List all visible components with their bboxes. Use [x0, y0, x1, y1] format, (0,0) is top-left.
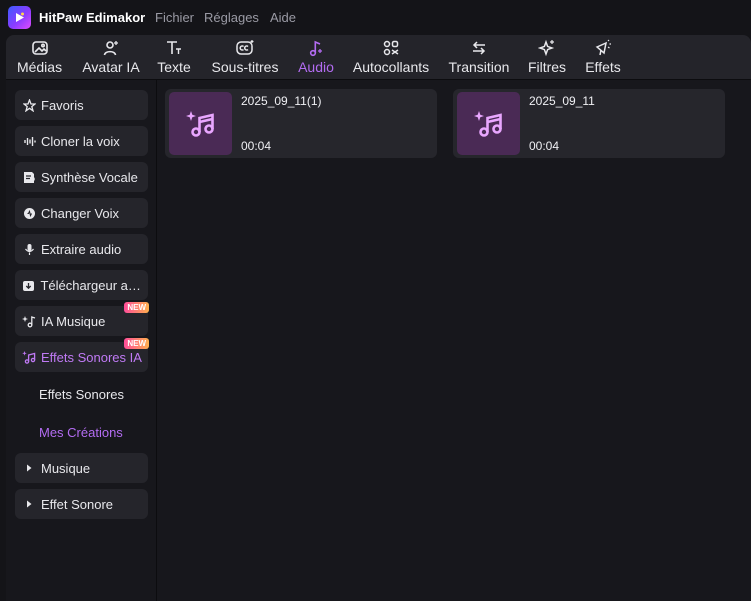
sidebar-item-musique[interactable]: Musique — [15, 453, 148, 483]
ai-music-note-icon — [169, 92, 232, 155]
stickers-icon — [382, 35, 400, 59]
tab-autocollants[interactable]: Autocollants — [351, 35, 431, 79]
tab-label: Filtres — [527, 59, 567, 75]
tab-sous-titres[interactable]: Sous-titres — [209, 35, 281, 79]
subtitles-icon — [235, 35, 255, 59]
sidebar-item-telechargeur-audio[interactable]: Téléchargeur audio — [15, 270, 148, 300]
tab-label: Texte — [157, 59, 191, 75]
audio-icon — [307, 35, 325, 59]
menu-fichier[interactable]: Fichier — [155, 10, 194, 25]
sidebar-item-ia-musique[interactable]: IA Musique NEW — [15, 302, 149, 336]
text-icon — [165, 35, 183, 59]
tab-filtres[interactable]: Filtres — [527, 35, 567, 79]
audio-card-name: 2025_09_11 — [529, 94, 595, 108]
filters-icon — [538, 35, 556, 59]
sidebar-item-effet-sonore[interactable]: Effet Sonore — [15, 489, 148, 519]
new-badge: NEW — [124, 302, 149, 313]
tab-label: Autocollants — [352, 59, 430, 75]
audio-card[interactable]: 2025_09_11 00:04 — [453, 89, 725, 158]
tab-label: Sous-titres — [211, 59, 279, 75]
app-logo-icon — [8, 6, 31, 29]
tab-transition[interactable]: Transition — [447, 35, 511, 79]
audio-sidebar: Favoris Cloner la voix Synthèse Vocale C… — [6, 80, 157, 601]
new-badge: NEW — [124, 338, 149, 349]
sidebar-item-extraire-audio[interactable]: Extraire audio — [15, 234, 148, 264]
caret-right-icon — [22, 461, 36, 475]
sidebar-subitem-mes-creations[interactable]: Mes Créations — [39, 425, 123, 440]
menu-reglages[interactable]: Réglages — [204, 10, 259, 25]
audio-card-name: 2025_09_11(1) — [241, 94, 322, 108]
text-to-speech-icon — [22, 170, 36, 184]
sidebar-item-label: Téléchargeur audio — [40, 277, 148, 293]
sidebar-item-synthese-vocale[interactable]: Synthèse Vocale — [15, 162, 148, 192]
main-toolbar: Médias Avatar IA Texte Sous-titres Audio… — [6, 35, 751, 79]
tab-avatar-ia[interactable]: Avatar IA — [78, 35, 144, 79]
tab-label: Effets — [585, 59, 621, 75]
caret-right-icon — [22, 497, 36, 511]
sidebar-item-label: Effets Sonores IA — [41, 349, 142, 365]
tab-label: Avatar IA — [82, 59, 140, 75]
title-bar: HitPaw Edimakor Fichier Réglages Aide — [0, 0, 751, 35]
sidebar-item-label: IA Musique — [41, 313, 106, 329]
sidebar-item-label: Favoris — [41, 97, 84, 113]
sidebar-item-label: Cloner la voix — [41, 133, 120, 149]
effects-icon — [594, 35, 612, 59]
main-panel: Favoris Cloner la voix Synthèse Vocale C… — [6, 79, 751, 601]
tab-effets[interactable]: Effets — [583, 35, 623, 79]
audio-card-duration: 00:04 — [241, 139, 272, 153]
tab-medias[interactable]: Médias — [17, 35, 62, 79]
media-icon — [31, 35, 49, 59]
sidebar-item-effets-sonores-ia[interactable]: Effets Sonores IA NEW — [15, 338, 149, 372]
sidebar-item-label: Musique — [41, 460, 91, 476]
sidebar-item-label: Changer Voix — [41, 205, 120, 221]
sidebar-item-changer-voix[interactable]: Changer Voix — [15, 198, 148, 228]
audio-card-duration: 00:04 — [529, 139, 560, 153]
sidebar-item-favoris[interactable]: Favoris — [15, 90, 148, 120]
tab-label: Médias — [16, 59, 63, 75]
tab-audio[interactable]: Audio — [295, 35, 337, 79]
avatar-icon — [102, 35, 120, 59]
voice-changer-icon — [22, 206, 36, 220]
sidebar-item-label: Synthèse Vocale — [41, 169, 138, 185]
ai-music-note-icon — [457, 92, 520, 155]
tab-label: Audio — [298, 59, 334, 75]
ai-music-icon — [22, 314, 36, 328]
audio-card[interactable]: 2025_09_11(1) 00:04 — [165, 89, 437, 158]
menu-aide[interactable]: Aide — [270, 10, 296, 25]
sidebar-item-label: Effet Sonore — [41, 496, 114, 512]
star-icon — [22, 98, 36, 112]
tab-texte[interactable]: Texte — [156, 35, 192, 79]
tab-label: Transition — [448, 59, 510, 75]
download-icon — [22, 278, 35, 292]
microphone-icon — [22, 242, 36, 256]
app-title: HitPaw Edimakor — [39, 10, 146, 25]
sidebar-subitem-effets-sonores[interactable]: Effets Sonores — [39, 387, 124, 402]
ai-sound-effects-icon — [22, 350, 36, 364]
sidebar-item-cloner-la-voix[interactable]: Cloner la voix — [15, 126, 148, 156]
transition-icon — [469, 35, 489, 59]
sidebar-item-label: Extraire audio — [41, 241, 122, 257]
waveform-icon — [22, 134, 36, 148]
